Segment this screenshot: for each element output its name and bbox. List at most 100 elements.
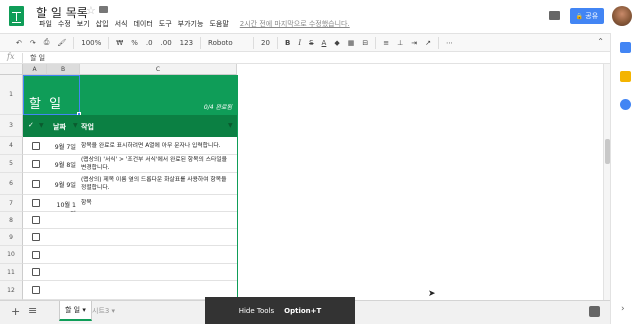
comment-icon[interactable] — [549, 11, 560, 20]
select-all-corner[interactable] — [0, 64, 23, 75]
column-header-c[interactable]: C — [80, 64, 237, 75]
side-panel: › — [610, 33, 639, 324]
table-row[interactable]: 10월 1일 항목 — [23, 195, 237, 218]
collapse-toolbar-icon[interactable]: ⌃ — [597, 37, 604, 46]
sheet-tab-sheet3[interactable]: 시트3 ▾ — [87, 301, 120, 321]
done-checkbox[interactable] — [32, 199, 40, 207]
menu-view[interactable]: 보기 — [74, 19, 93, 29]
percent-button[interactable]: % — [127, 39, 142, 47]
print-icon[interactable]: ⎙ — [40, 38, 54, 47]
task-column-header: 작업 — [81, 123, 94, 131]
menu-insert[interactable]: 삽입 — [93, 19, 112, 29]
table-row[interactable]: 9월 8일 (맵상의) '서식' > '조건부 서식'에서 완료된 항목의 스타… — [23, 155, 237, 173]
sort-dropdown-icon[interactable]: ▼ — [39, 122, 44, 129]
menu-file[interactable]: 파일 — [36, 19, 55, 29]
row-header[interactable]: 8 — [0, 212, 23, 229]
align-left-icon[interactable]: ≡ — [379, 39, 393, 47]
table-row[interactable]: 9월 7일 항목을 완료로 표시하려면 A열에 아무 문자나 입력합니다. — [23, 137, 237, 155]
row-header[interactable]: 10 — [0, 246, 23, 264]
row-header[interactable]: 4 — [0, 137, 23, 155]
spreadsheet-grid[interactable]: A B C 1 3 4 5 6 7 8 9 10 11 12 할 일 0/4 완… — [0, 64, 610, 300]
done-checkbox[interactable] — [32, 142, 40, 150]
decrease-decimal-button[interactable]: .0 — [142, 39, 157, 47]
font-size-select[interactable]: 20 — [257, 39, 274, 47]
toast-shortcut: Option+T — [284, 306, 322, 315]
borders-icon[interactable]: ▦ — [344, 39, 359, 47]
task-header-row: ✓ ▼ 날짜 ▼ 작업 ▼ — [23, 115, 237, 137]
currency-button[interactable]: ₩ — [112, 39, 127, 47]
more-tools-button[interactable]: ⋯ — [442, 39, 457, 47]
vertical-align-icon[interactable]: ⊥ — [393, 39, 407, 47]
table-row[interactable] — [23, 212, 237, 229]
toolbar-divider — [276, 36, 278, 49]
redo-icon[interactable]: ↷ — [26, 39, 40, 47]
menu-help[interactable]: 도움말 — [206, 19, 231, 29]
lock-icon: 🔒 — [575, 12, 584, 20]
more-formats-button[interactable]: 123 — [176, 39, 197, 47]
done-checkbox[interactable] — [32, 216, 40, 224]
done-checkbox[interactable] — [32, 286, 40, 294]
increase-decimal-button[interactable]: .00 — [157, 39, 176, 47]
done-checkbox[interactable] — [32, 268, 40, 276]
italic-button[interactable]: I — [294, 39, 305, 47]
row-header[interactable]: 6 — [0, 173, 23, 195]
done-checkbox[interactable] — [32, 233, 40, 241]
fill-color-icon[interactable]: ◆ — [330, 39, 343, 47]
keep-icon[interactable] — [620, 71, 631, 82]
menu-format[interactable]: 서식 — [112, 19, 131, 29]
column-header-a[interactable]: A — [23, 64, 47, 75]
all-sheets-button[interactable]: ≡ — [28, 304, 37, 317]
calendar-icon[interactable] — [620, 42, 631, 53]
sort-dropdown-icon[interactable]: ▼ — [73, 122, 78, 129]
done-checkbox[interactable] — [32, 251, 40, 259]
last-edit-link[interactable]: 2시간 전에 마지막으로 수정했습니다. — [240, 19, 350, 29]
paint-format-icon[interactable]: 🖌 — [53, 39, 70, 47]
row-header[interactable]: 5 — [0, 155, 23, 173]
font-select[interactable]: Roboto — [204, 39, 250, 47]
hide-tools-toast[interactable]: Hide Tools Option+T — [205, 297, 355, 324]
text-rotation-icon[interactable]: ↗ — [421, 39, 435, 47]
share-button[interactable]: 🔒 공유 — [570, 8, 604, 24]
row-header[interactable]: 12 — [0, 281, 23, 300]
sheets-logo-icon[interactable] — [9, 6, 24, 26]
fx-icon: fx — [7, 52, 15, 61]
star-icon[interactable]: ☆ — [86, 4, 96, 17]
zoom-select[interactable]: 100% — [77, 39, 105, 47]
task-date: 9월 9일 — [54, 182, 76, 189]
row-header[interactable]: 3 — [0, 115, 23, 137]
app-header: 할 일 목록 ☆ 파일 수정 보기 삽입 서식 데이터 도구 부가기능 도움말 … — [0, 0, 639, 33]
menu-edit[interactable]: 수정 — [55, 19, 74, 29]
tasks-icon[interactable] — [620, 99, 631, 110]
menu-tools[interactable]: 도구 — [156, 19, 175, 29]
task-date: 9월 7일 — [54, 144, 76, 151]
row-header[interactable]: 1 — [0, 75, 23, 115]
formula-input[interactable]: 할 일 — [30, 53, 45, 63]
undo-icon[interactable]: ↶ — [12, 39, 26, 47]
explore-button[interactable] — [589, 306, 600, 317]
row-header[interactable]: 11 — [0, 264, 23, 281]
sort-dropdown-icon[interactable]: ▼ — [228, 122, 233, 129]
expand-panel-icon[interactable]: › — [621, 304, 625, 314]
done-checkbox[interactable] — [32, 160, 40, 168]
vertical-scrollbar[interactable] — [603, 64, 610, 300]
strikethrough-button[interactable]: S — [305, 39, 317, 47]
table-row[interactable]: 9월 9일 (맵상의) 제목 이름 옆의 드롭다운 화살표를 사용하여 항목을 … — [23, 173, 237, 195]
text-wrap-icon[interactable]: ⇥ — [407, 39, 421, 47]
add-sheet-button[interactable]: + — [11, 305, 20, 318]
text-color-button[interactable]: A — [318, 39, 331, 47]
table-row[interactable] — [23, 229, 237, 246]
column-header-b[interactable]: B — [47, 64, 80, 75]
done-column-header: ✓ — [28, 121, 34, 129]
menu-data[interactable]: 데이터 — [130, 19, 155, 29]
folder-icon[interactable] — [99, 6, 108, 13]
avatar[interactable] — [612, 6, 632, 26]
menu-addons[interactable]: 부가기능 — [175, 19, 207, 29]
toolbar-divider — [437, 36, 439, 49]
table-row[interactable] — [23, 246, 237, 264]
done-checkbox[interactable] — [32, 180, 40, 188]
table-row[interactable] — [23, 264, 237, 281]
row-header[interactable]: 9 — [0, 229, 23, 246]
merge-cells-icon[interactable]: ⊟ — [358, 39, 372, 47]
bold-button[interactable]: B — [281, 39, 294, 47]
row-header[interactable]: 7 — [0, 195, 23, 212]
